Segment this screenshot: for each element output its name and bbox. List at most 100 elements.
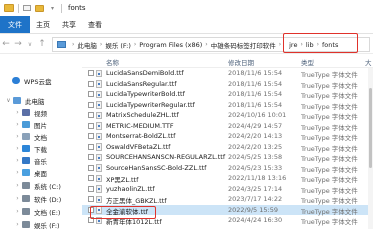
chevron-right-icon[interactable]: › — [13, 145, 22, 152]
file-name[interactable]: METRIC-MEDIUM.TTF — [106, 122, 174, 130]
chevron-right-icon[interactable]: › — [13, 157, 22, 164]
chevron-right-icon[interactable]: › — [13, 208, 22, 215]
file-type: TrueType 字体文件 — [301, 81, 358, 90]
chevron-right-icon[interactable]: › — [13, 109, 22, 116]
file-date: 2024/2/20 13:25 — [228, 142, 283, 151]
file-row[interactable]: MatrixScheduleZHL.ttf 2024/10/16 10:01 Tru… — [82, 110, 373, 121]
column-header-size[interactable]: 大 — [365, 57, 372, 67]
file-name[interactable]: XP黑ZL.ttf — [106, 174, 138, 184]
breadcrumb-drive-f[interactable]: 娱乐 (F:) — [105, 40, 131, 50]
vertical-scrollbar[interactable] — [368, 68, 373, 229]
nav-item-this-pc[interactable]: ∨ 此电脑 — [4, 95, 45, 106]
row-checkbox[interactable] — [88, 91, 94, 97]
nav-item-music[interactable]: › 音乐 — [13, 155, 47, 166]
file-row[interactable]: yuzhaolinZL.ttf 2024/3/25 17:14 TrueType 字… — [82, 184, 373, 195]
chevron-right-icon[interactable]: › — [134, 41, 136, 48]
chevron-right-icon[interactable]: › — [205, 41, 207, 48]
chevron-down-icon[interactable]: ∨ — [4, 97, 13, 104]
music-icon — [22, 157, 30, 164]
breadcrumb-program-files[interactable]: Program Files (x86) — [139, 41, 202, 49]
recent-dropdown-icon[interactable]: ∨ — [24, 41, 36, 48]
row-checkbox[interactable] — [88, 122, 94, 129]
breadcrumb-this-pc[interactable]: 此电脑 — [77, 40, 97, 50]
nav-item-wps-cloud[interactable]: WPS云盘 — [12, 75, 51, 86]
font-file-icon — [96, 122, 102, 130]
file-name[interactable]: yuzhaolinZL.ttf — [106, 185, 155, 193]
ribbon-tabs: 文件 主页 共享 查看 — [0, 16, 373, 34]
row-checkbox[interactable] — [88, 175, 94, 181]
file-row[interactable]: Montserrat-BoldZL.ttf 2024/2/20 14:13 True… — [82, 131, 373, 142]
chevron-right-icon[interactable]: › — [13, 169, 22, 176]
nav-item-drive-e[interactable]: › 文档 (E:) — [13, 206, 60, 217]
title-separator — [18, 3, 19, 13]
row-checkbox[interactable] — [88, 133, 94, 139]
file-type: TrueType 字体文件 — [301, 102, 358, 111]
tab-home[interactable]: 主页 — [30, 16, 56, 33]
file-row[interactable]: 方正黑体_GBKZL.ttf 2023/7/17 14:22 TrueType 字体… — [82, 194, 373, 205]
row-checkbox[interactable] — [88, 196, 94, 202]
file-name[interactable]: SOURCEHANSANSCN-REGULARZL.ttf — [106, 153, 225, 161]
forward-arrow-icon[interactable]: → — [12, 39, 24, 49]
column-header-date[interactable]: 修改日期 — [228, 57, 254, 67]
nav-item-drive-d[interactable]: › 软件 (D:) — [13, 193, 61, 204]
row-checkbox[interactable] — [88, 101, 94, 108]
column-header-type[interactable]: 类型 — [301, 57, 314, 67]
nav-item-videos[interactable]: › 视频 — [13, 107, 47, 118]
nav-item-drive-f[interactable]: › 娱乐 (F:) — [13, 219, 60, 230]
nav-item-downloads[interactable]: › 下载 — [13, 143, 47, 154]
breadcrumb-app-folder[interactable]: 中雄条码标签打印软件 — [211, 40, 276, 50]
file-row[interactable]: OswaldVFBetaZL.ttf 2024/2/20 13:25 TrueTyp… — [82, 142, 373, 153]
row-checkbox[interactable] — [88, 112, 94, 118]
file-name[interactable]: LucidaTypewriterBold.ttf — [106, 90, 185, 98]
row-checkbox[interactable] — [88, 80, 94, 87]
row-checkbox[interactable] — [88, 185, 94, 192]
up-arrow-icon[interactable]: ↑ — [36, 39, 48, 49]
column-header-name[interactable]: 名称 — [106, 57, 119, 67]
nav-item-pictures[interactable]: › 图片 — [13, 119, 47, 130]
quick-access-dropdown-icon[interactable]: ▾ — [48, 5, 57, 12]
chevron-right-icon[interactable]: › — [13, 221, 22, 228]
new-folder-icon[interactable] — [35, 4, 44, 12]
file-type: TrueType 字体文件 — [301, 144, 358, 153]
file-row[interactable]: LucidaSansRegular.ttf 2018/11/6 15:54 True… — [82, 79, 373, 90]
tab-view[interactable]: 查看 — [82, 16, 108, 33]
file-type: TrueType 字体文件 — [301, 207, 358, 216]
file-row[interactable]: XP黑ZL.ttf 2022/11/18 13:16 TrueType 字体文件 — [82, 173, 373, 184]
file-name[interactable]: SourceHanSansSC-Bold-ZZL.ttf — [106, 164, 206, 172]
back-arrow-icon[interactable]: ← — [0, 39, 12, 49]
file-name[interactable]: OswaldVFBetaZL.ttf — [106, 143, 170, 151]
file-name[interactable]: MatrixScheduleZHL.ttf — [106, 111, 179, 119]
chevron-right-icon[interactable]: › — [13, 195, 22, 202]
file-type: TrueType 字体文件 — [301, 186, 358, 195]
nav-item-drive-c[interactable]: › 系统 (C:) — [13, 180, 61, 191]
chevron-right-icon[interactable]: › — [279, 41, 281, 48]
tab-share[interactable]: 共享 — [56, 16, 82, 33]
chevron-right-icon[interactable]: › — [13, 133, 22, 140]
scrollbar-thumb[interactable] — [369, 88, 372, 168]
nav-item-desktop[interactable]: › 桌面 — [13, 167, 47, 178]
file-name[interactable]: 方正黑体_GBKZL.ttf — [106, 195, 167, 205]
file-row[interactable]: LucidaTypewriterRegular.ttf 2018/11/6 15:… — [82, 100, 373, 111]
file-date: 2024/2/20 14:13 — [228, 132, 283, 140]
file-name[interactable]: LucidaSansRegular.ttf — [106, 80, 177, 88]
row-checkbox[interactable] — [88, 164, 94, 171]
file-name[interactable]: LucidaSansDemiBold.ttf — [106, 69, 184, 77]
chevron-right-icon[interactable]: › — [13, 121, 22, 128]
file-row[interactable]: LucidaTypewriterBold.ttf 2018/11/6 15:54 T… — [82, 89, 373, 100]
chevron-right-icon[interactable]: › — [13, 182, 22, 189]
file-name[interactable]: LucidaTypewriterRegular.ttf — [106, 101, 195, 109]
row-checkbox[interactable] — [88, 70, 94, 76]
file-name[interactable]: Montserrat-BoldZL.ttf — [106, 132, 175, 140]
chevron-right-icon[interactable]: › — [100, 41, 102, 48]
chevron-right-icon[interactable]: › — [72, 41, 74, 48]
file-row[interactable]: METRIC-MEDIUM.TTF 2024/4/29 14:57 TrueType… — [82, 121, 373, 132]
properties-icon[interactable] — [23, 5, 31, 11]
row-checkbox[interactable] — [88, 143, 94, 150]
row-checkbox[interactable] — [88, 154, 94, 160]
file-row[interactable]: SourceHanSansSC-Bold-ZZL.ttf 2024/5/23 15… — [82, 163, 373, 174]
nav-item-documents[interactable]: › 文档 — [13, 131, 47, 142]
file-row[interactable]: SOURCEHANSANSCN-REGULARZL.ttf 2024/5/25 1… — [82, 152, 373, 163]
download-icon — [22, 145, 30, 152]
tab-file[interactable]: 文件 — [0, 16, 30, 33]
file-row[interactable]: LucidaSansDemiBold.ttf 2018/11/6 15:54 Tru… — [82, 68, 373, 79]
